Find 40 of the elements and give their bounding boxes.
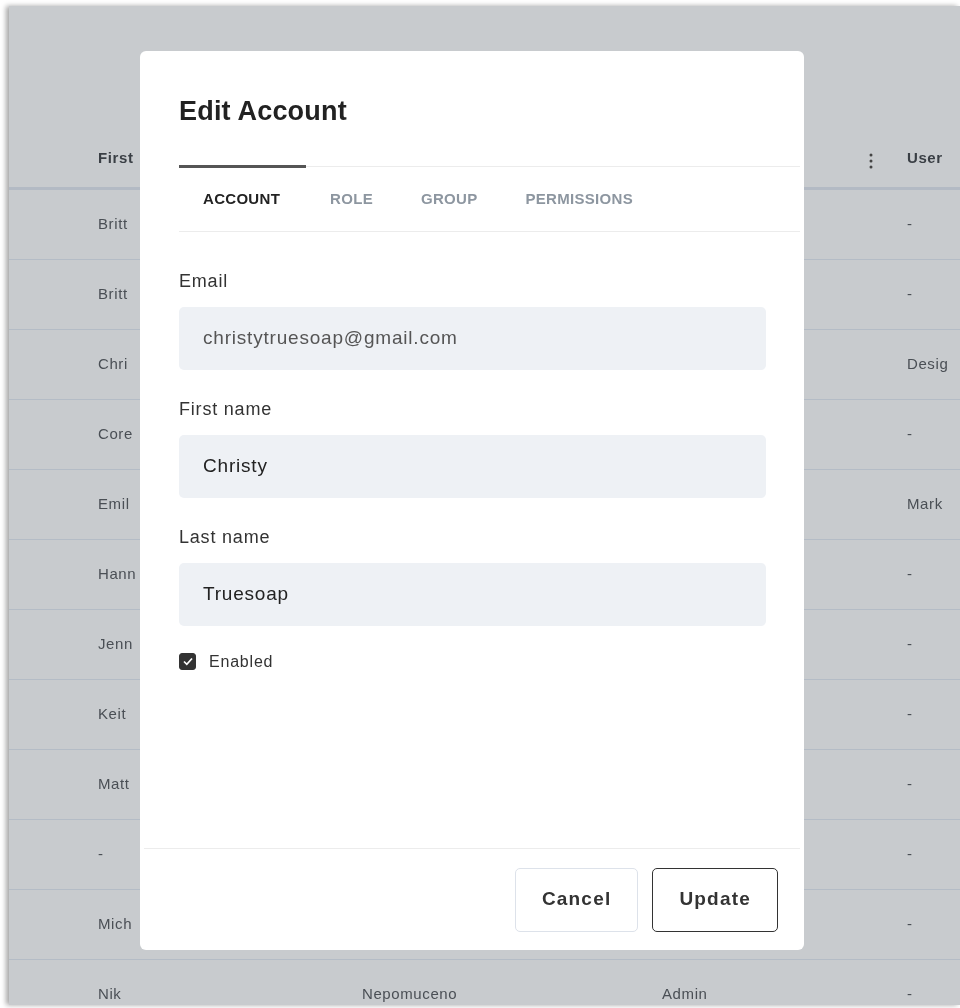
update-button[interactable]: Update [652,867,778,932]
column-header[interactable]: User [907,146,943,169]
table-cell-text: - [907,774,913,795]
table-cell-text: Hann [98,564,137,585]
checkbox[interactable] [179,653,196,670]
table-cell-text: Nepomuceno [362,984,458,1005]
table-cell-text: - [907,214,913,235]
table-cell-text: - [907,984,913,1005]
cancel-button[interactable]: Cancel [514,867,639,932]
table-cell-text: - [98,844,104,865]
table-cell-text: - [907,844,913,865]
field-label: First name [179,397,274,421]
table-cell-text: Keit [98,704,127,725]
table-cell-text: Emil [98,494,130,515]
dialog-title: Edit Account [179,95,348,128]
table-cell-text: Mich [98,914,133,935]
table-cell-text: - [907,634,913,655]
table-cell-text: Core [98,424,133,445]
table-cell-text: Chri [98,354,128,375]
table-cell-text: Mark [907,494,943,515]
column-header[interactable]: First [98,146,134,169]
table-cell-text: Jenn [98,634,133,655]
check-icon [182,657,193,666]
table-cell-text: Britt [98,284,128,305]
table-cell-text: - [907,284,913,305]
table-cell-text: Britt [98,214,128,235]
table-cell-text: - [907,914,913,935]
input-field[interactable]: Christy [179,434,766,498]
input-field[interactable]: Truesoap [179,562,766,626]
field-label: Last name [179,525,272,549]
table-cell-text: Admin [662,984,708,1005]
table-cell-text: - [907,424,913,445]
table-cell-text: - [907,564,913,585]
table-cell-text: - [907,704,913,725]
field-label: Email [179,269,229,293]
table-cell-text: Matt [98,774,130,795]
table-cell-text: Desig [907,354,949,375]
checkbox-label: Enabled [209,651,274,672]
table-cell-text: Nik [98,984,122,1005]
tab[interactable]: ACCOUNT [179,164,307,231]
